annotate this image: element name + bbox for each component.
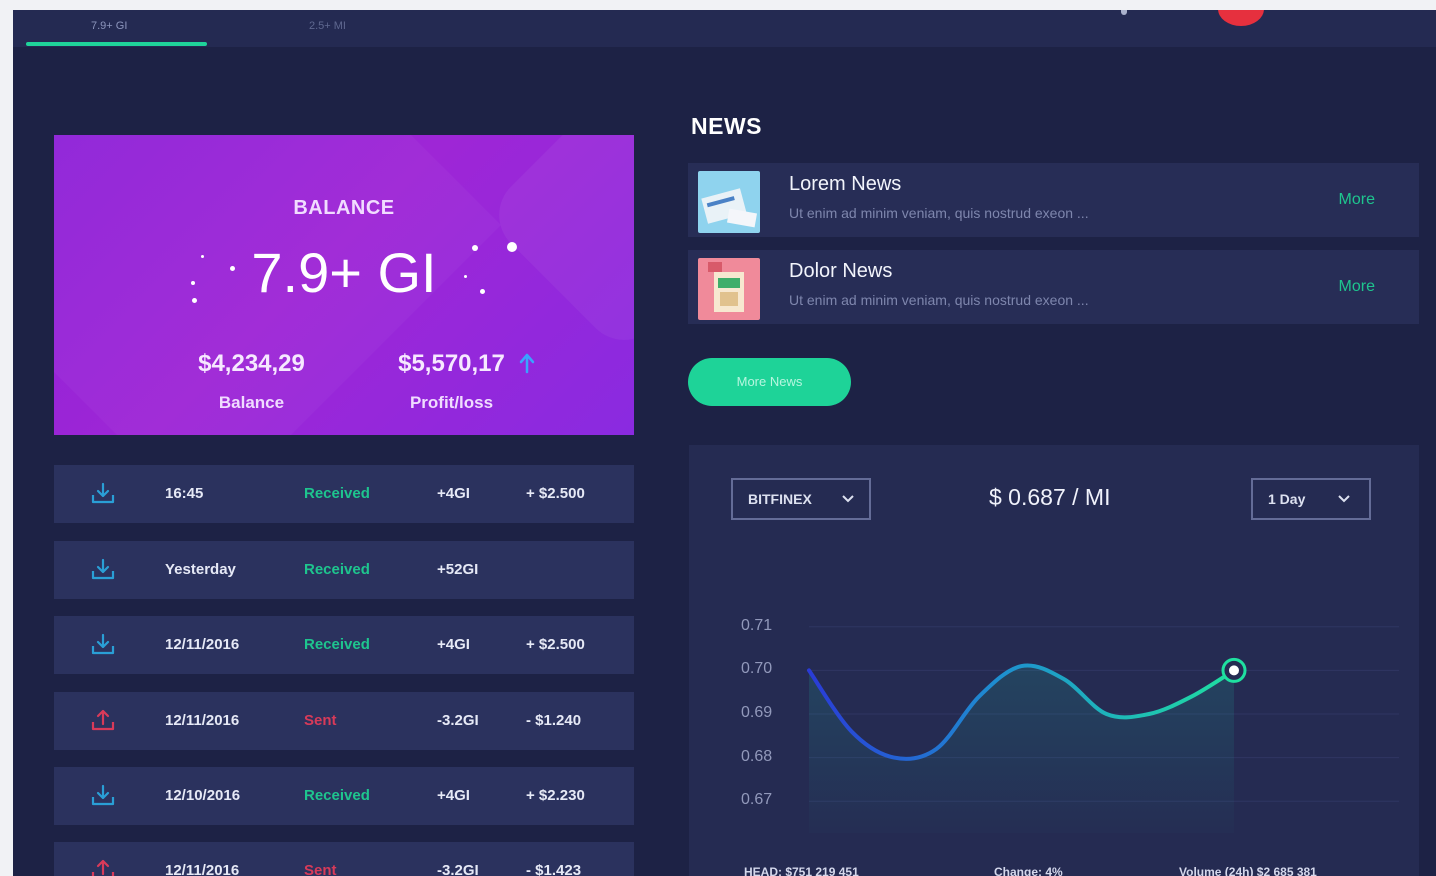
news-item[interactable]: Dolor News Ut enim ad minim veniam, quis… [688, 250, 1419, 324]
transaction-row[interactable]: 12/11/2016 Sent -3.2GI - $1.240 [54, 692, 634, 750]
news-more-link[interactable]: More [1339, 278, 1375, 296]
tx-amount: +4GI [437, 485, 470, 502]
sparkle-icon [464, 275, 467, 278]
more-news-button[interactable]: More News [688, 358, 851, 406]
sparkle-icon [191, 281, 195, 285]
tab-gi[interactable]: 7.9+ GI [91, 20, 127, 32]
tx-amount: +4GI [437, 636, 470, 653]
active-tab-indicator [26, 42, 207, 46]
tx-time: 12/10/2016 [165, 787, 241, 804]
news-excerpt: Ut enim ad minim veniam, quis nostrud ex… [789, 205, 1089, 221]
upload-icon [91, 859, 115, 876]
footer-stat-volume: Volume (24h) $2 685 381 [1179, 865, 1317, 876]
download-icon [91, 784, 115, 806]
balance-title: BALANCE [293, 197, 395, 219]
transaction-row[interactable]: 12/11/2016 Received +4GI + $2.500 [54, 616, 634, 674]
notification-badge[interactable] [1218, 10, 1264, 26]
tx-status: Received [304, 787, 370, 804]
current-point-dot [1229, 665, 1239, 676]
chart-panel: BITFINEX $ 0.687 / MI 1 Day 0.71 0.70 0.69… [689, 445, 1419, 876]
tx-status: Received [304, 636, 370, 653]
tx-amount: -3.2GI [437, 862, 479, 876]
tx-amount: -3.2GI [437, 712, 479, 729]
download-icon [91, 482, 115, 504]
profit-label: Profit/loss [409, 393, 494, 412]
tx-time: 16:45 [165, 485, 204, 502]
tx-usd: - $1.240 [526, 712, 582, 729]
download-icon [91, 558, 115, 580]
bell-icon[interactable] [1121, 10, 1127, 15]
tx-status: Received [304, 561, 370, 578]
tx-status: Sent [304, 862, 337, 876]
download-icon [91, 633, 115, 655]
news-headline[interactable]: Dolor News [789, 260, 892, 283]
tx-amount: +4GI [437, 787, 470, 804]
transaction-row[interactable]: 16:45 Received +4GI + $2.500 [54, 465, 634, 523]
transaction-row[interactable]: 12/10/2016 Received +4GI + $2.230 [54, 767, 634, 825]
tx-status: Sent [304, 712, 337, 729]
sparkle-icon [201, 255, 204, 258]
app-window: 7.9+ GI 2.5+ MI BALANCE 7.9+ GI $4,234,2… [13, 10, 1436, 876]
arrow-up-icon [519, 353, 535, 374]
balance-label: Balance [218, 393, 285, 412]
news-thumbnail-image [698, 258, 760, 320]
upload-icon [91, 709, 115, 731]
sparkle-icon [472, 245, 478, 251]
sparkle-icon [507, 242, 517, 252]
sparkle-icon [192, 298, 197, 303]
tx-time: 12/11/2016 [165, 862, 240, 876]
balance-value: $4,234,29 [198, 350, 305, 377]
news-thumbnail-image [698, 171, 760, 233]
tx-amount: +52GI [437, 561, 479, 578]
balance-card: BALANCE 7.9+ GI $4,234,29 Balance $5,570… [54, 135, 634, 435]
profit-value: $5,570,17 [398, 350, 505, 377]
tx-usd: + $2.500 [526, 636, 585, 653]
tx-usd: + $2.500 [526, 485, 585, 502]
tx-time: 12/11/2016 [165, 636, 240, 653]
transaction-row[interactable]: Yesterday Received +52GI [54, 541, 634, 599]
transaction-row[interactable]: 12/11/2016 Sent -3.2GI - $1.423 [54, 842, 634, 876]
tab-mi[interactable]: 2.5+ MI [309, 20, 346, 32]
news-item[interactable]: Lorem News Ut enim ad minim veniam, quis… [688, 163, 1419, 237]
footer-stat-change: Change: 4% [994, 865, 1063, 876]
tx-usd: + $2.230 [526, 787, 585, 804]
tx-status: Received [304, 485, 370, 502]
news-headline[interactable]: Lorem News [789, 173, 901, 196]
tx-time: Yesterday [165, 561, 236, 578]
news-more-link[interactable]: More [1339, 191, 1375, 209]
sparkle-icon [230, 266, 235, 271]
news-excerpt: Ut enim ad minim veniam, quis nostrud ex… [789, 292, 1089, 308]
footer-stat-head: HEAD: $751 219 451 [744, 865, 859, 876]
news-heading: NEWS [691, 113, 762, 139]
tx-time: 12/11/2016 [165, 712, 240, 729]
top-bar: 7.9+ GI 2.5+ MI [13, 10, 1436, 47]
balance-amount: 7.9+ GI [251, 241, 437, 304]
tx-usd: - $1.423 [526, 862, 582, 876]
sparkle-icon [480, 289, 485, 294]
price-chart [807, 626, 1399, 833]
